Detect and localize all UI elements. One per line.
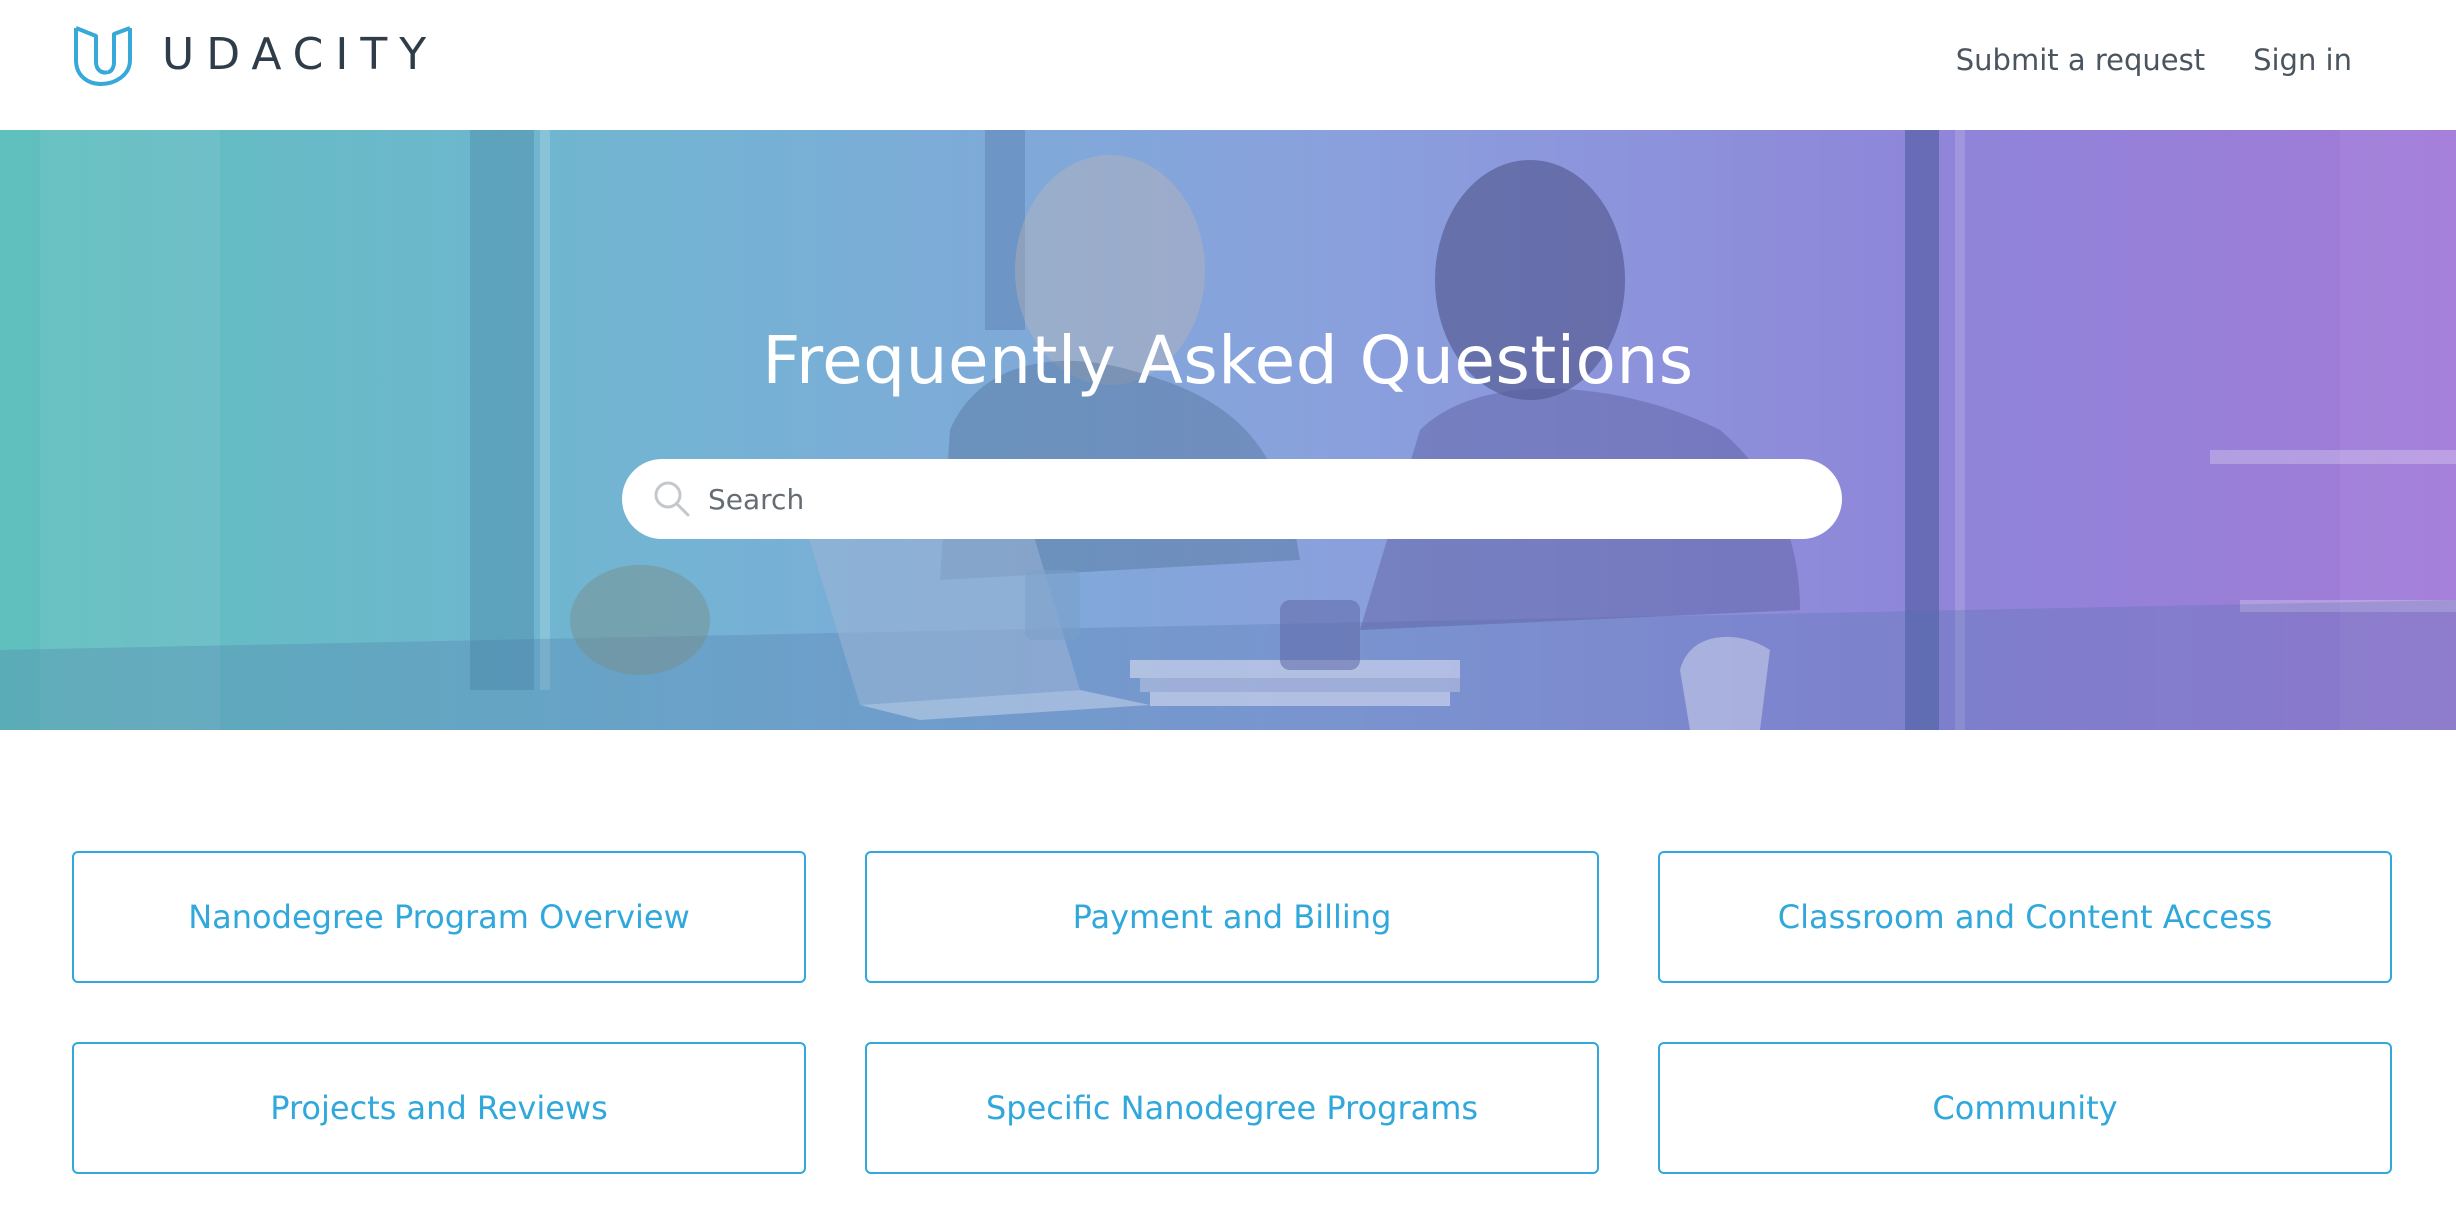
category-card-specific-programs[interactable]: Specific Nanodegree Programs xyxy=(865,1042,1599,1174)
category-label: Payment and Billing xyxy=(1072,898,1392,936)
category-card-payment-billing[interactable]: Payment and Billing xyxy=(865,851,1599,983)
submit-request-link[interactable]: Submit a request xyxy=(1956,38,2205,82)
page-title: Frequently Asked Questions xyxy=(762,322,1694,399)
site-header: UDACITY Submit a request Sign in xyxy=(0,0,2456,130)
udacity-logo-icon xyxy=(74,26,132,86)
category-card-community[interactable]: Community xyxy=(1658,1042,2392,1174)
category-card-nanodegree-overview[interactable]: Nanodegree Program Overview xyxy=(72,851,806,983)
header-nav: Submit a request Sign in xyxy=(1908,38,2352,82)
sign-in-link[interactable]: Sign in xyxy=(2253,38,2352,82)
category-card-classroom-access[interactable]: Classroom and Content Access xyxy=(1658,851,2392,983)
search-icon xyxy=(654,481,690,517)
search-input[interactable] xyxy=(706,469,1786,529)
hero-background-photo xyxy=(0,130,2456,730)
category-label: Projects and Reviews xyxy=(270,1089,608,1127)
logo-wordmark: UDACITY xyxy=(162,29,439,80)
category-label: Specific Nanodegree Programs xyxy=(985,1089,1479,1127)
udacity-logo-link[interactable]: UDACITY xyxy=(70,22,438,88)
category-label: Nanodegree Program Overview xyxy=(188,898,690,936)
category-label: Community xyxy=(1932,1089,2118,1127)
category-label: Classroom and Content Access xyxy=(1777,898,2273,936)
hero-banner: Frequently Asked Questions xyxy=(0,130,2456,730)
category-card-projects-reviews[interactable]: Projects and Reviews xyxy=(72,1042,806,1174)
search-bar xyxy=(622,459,1842,539)
